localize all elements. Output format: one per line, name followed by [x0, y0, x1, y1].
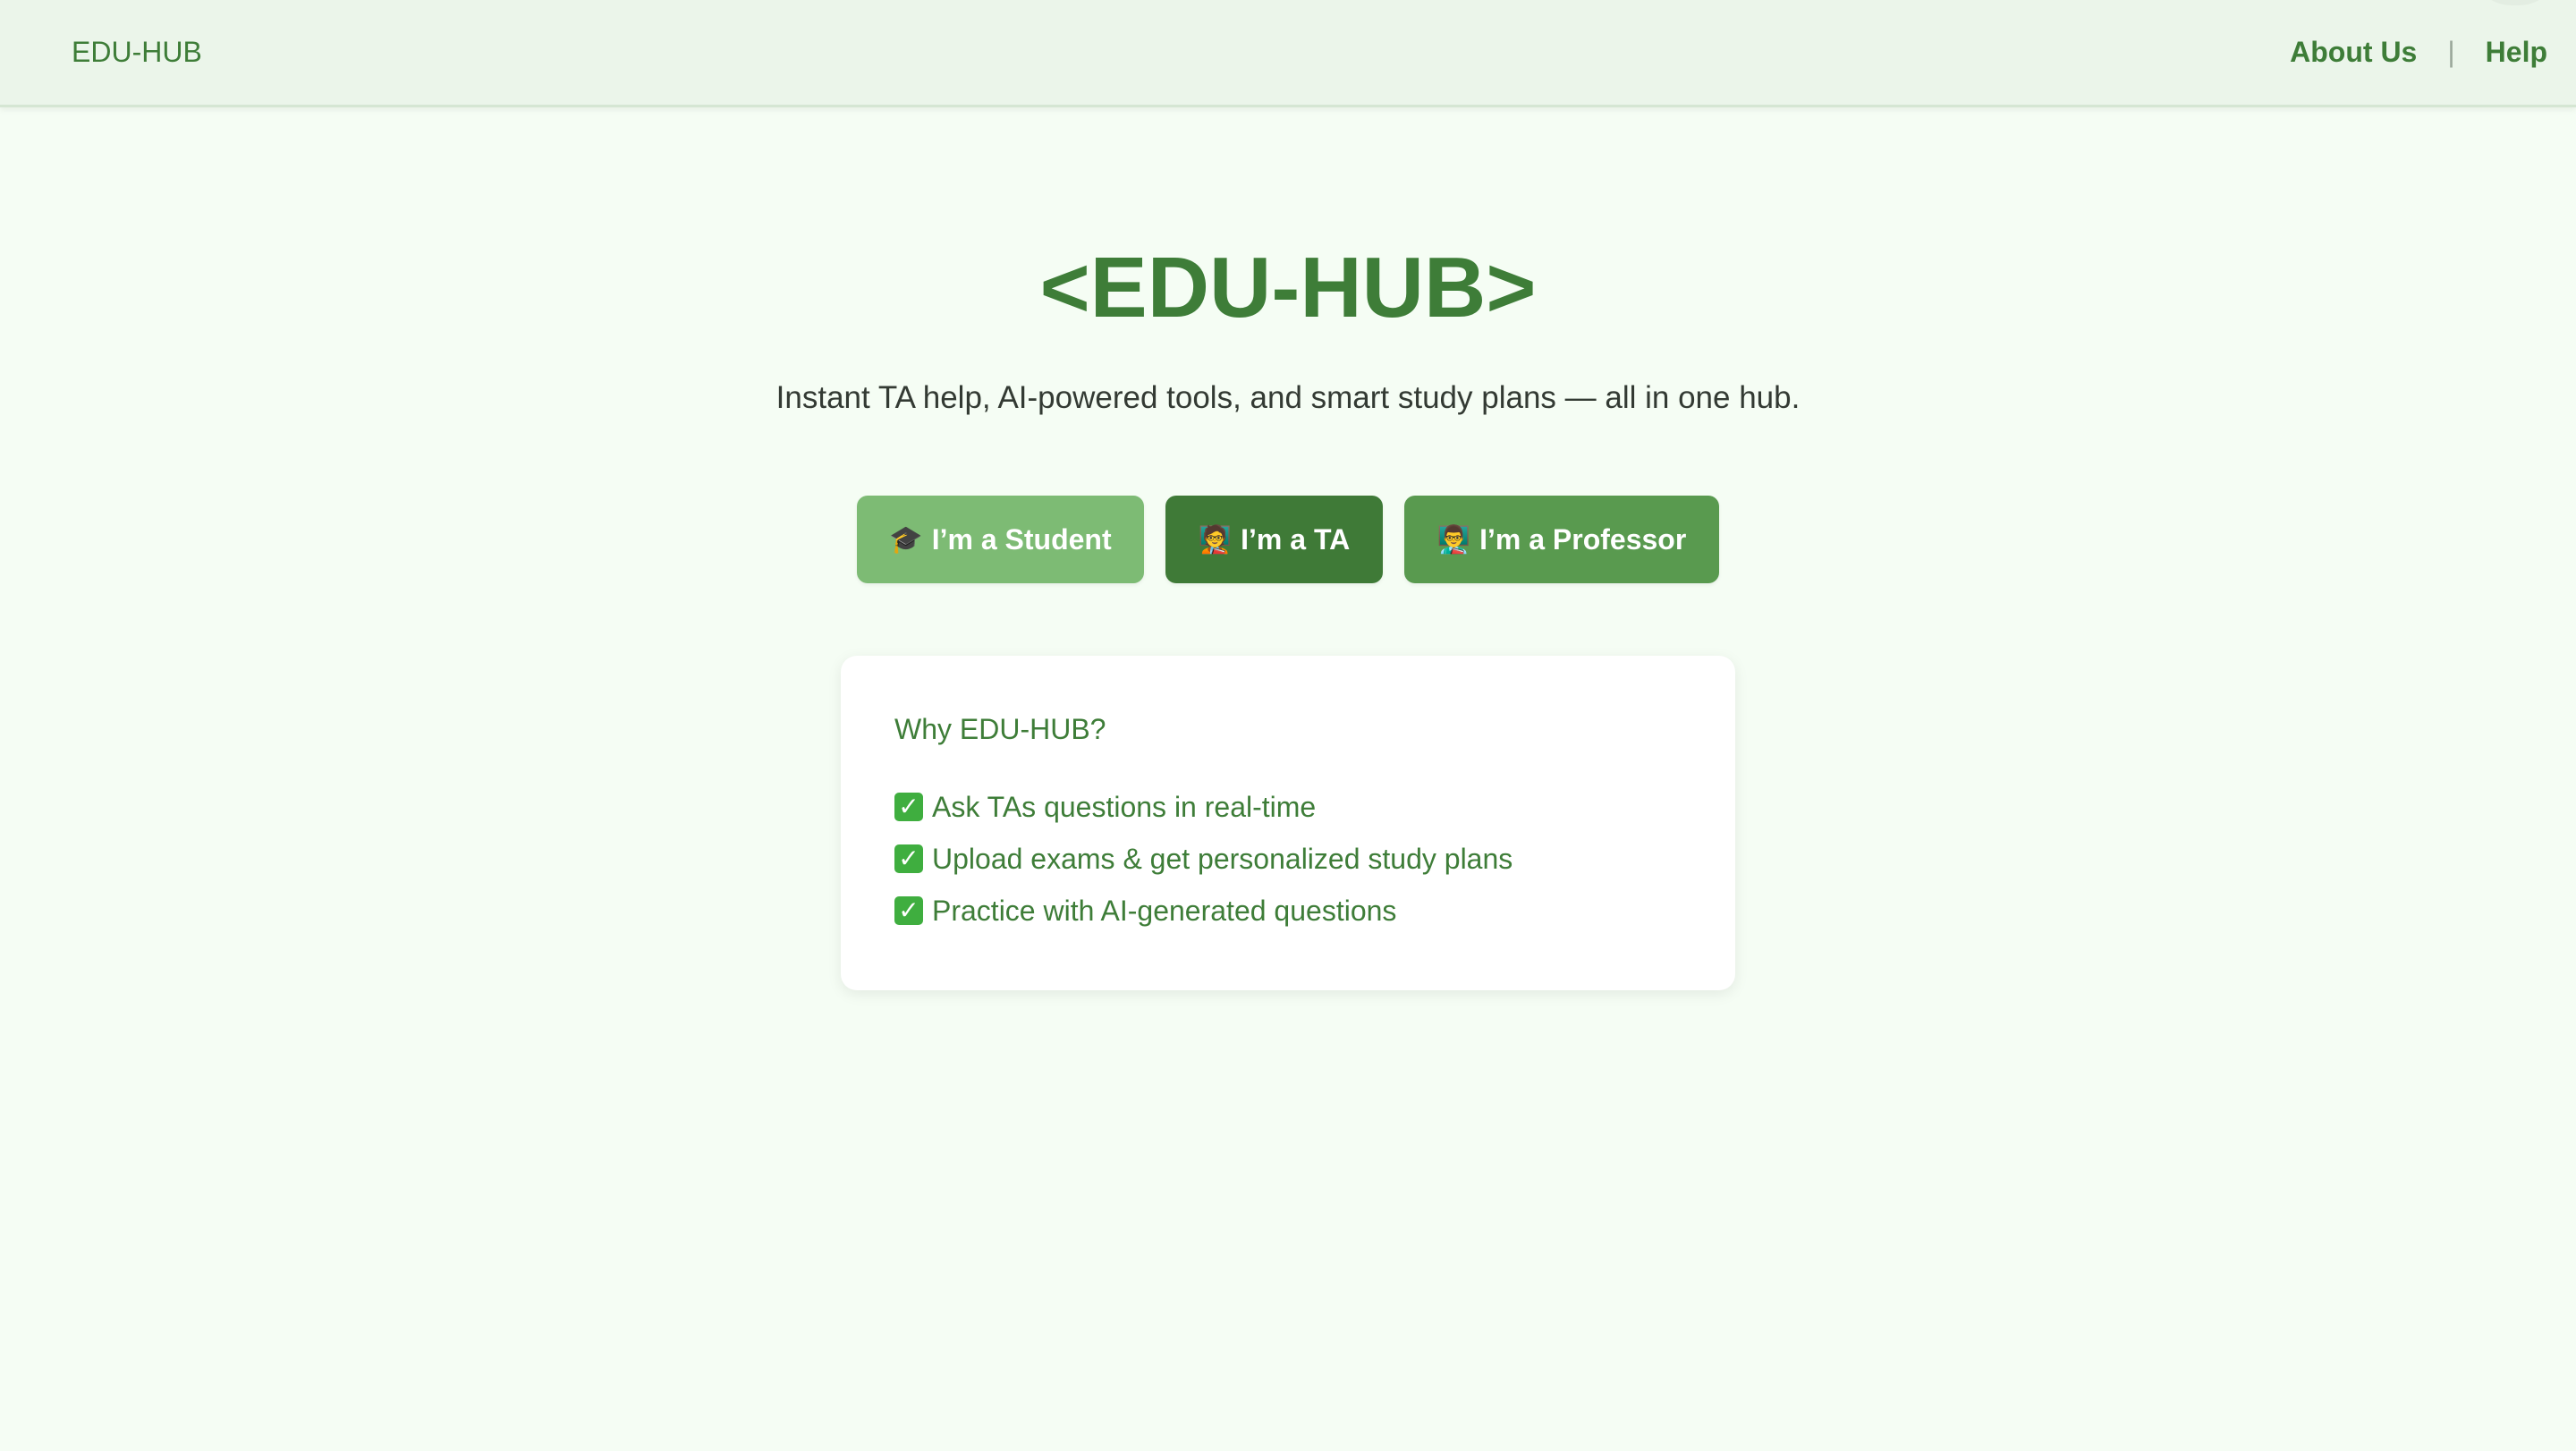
- feature-text: Practice with AI-generated questions: [932, 895, 1397, 927]
- feature-text: Ask TAs questions in real-time: [932, 791, 1317, 823]
- role-selector: 🎓 I’m a Student 🧑‍🏫 I’m a TA 👨‍🏫 I’m a P…: [0, 496, 2576, 583]
- card-title: Why EDU-HUB?: [894, 713, 1106, 745]
- professor-role-label: I’m a Professor: [1479, 522, 1687, 556]
- ta-role-button[interactable]: 🧑‍🏫 I’m a TA: [1165, 496, 1383, 583]
- feature-item: ✓ Upload exams & get personalized study …: [894, 833, 1682, 885]
- professor-role-button[interactable]: 👨‍🏫 I’m a Professor: [1404, 496, 1719, 583]
- why-edu-hub-card: Why EDU-HUB? ✓ Ask TAs questions in real…: [841, 656, 1735, 990]
- hero-title: <EDU-HUB>: [1039, 240, 1537, 335]
- check-mark-icon: ✓: [894, 844, 923, 873]
- feature-item: ✓ Practice with AI-generated questions: [894, 885, 1682, 937]
- check-mark-icon: ✓: [894, 896, 923, 925]
- feature-item: ✓ Ask TAs questions in real-time: [894, 781, 1682, 833]
- check-mark-icon: ✓: [894, 793, 923, 821]
- top-navbar: EDU-HUB About Us | Help: [0, 0, 2576, 107]
- ta-role-label: I’m a TA: [1241, 522, 1351, 556]
- student-role-label: I’m a Student: [931, 522, 1112, 556]
- hero-subtitle: Instant TA help, AI-powered tools, and s…: [775, 380, 1801, 415]
- feature-text: Upload exams & get personalized study pl…: [932, 843, 1513, 875]
- top-nav: About Us | Help: [2290, 0, 2576, 105]
- professor-icon: 👨‍🏫: [1436, 524, 1471, 555]
- teacher-icon: 🧑‍🏫: [1198, 524, 1233, 555]
- help-link[interactable]: Help: [2486, 36, 2547, 69]
- nav-separator: |: [2447, 36, 2455, 68]
- about-us-link[interactable]: About Us: [2290, 36, 2417, 69]
- brand-logo-text[interactable]: EDU-HUB: [72, 0, 202, 105]
- graduation-cap-icon: 🎓: [889, 524, 923, 555]
- student-role-button[interactable]: 🎓 I’m a Student: [857, 496, 1144, 583]
